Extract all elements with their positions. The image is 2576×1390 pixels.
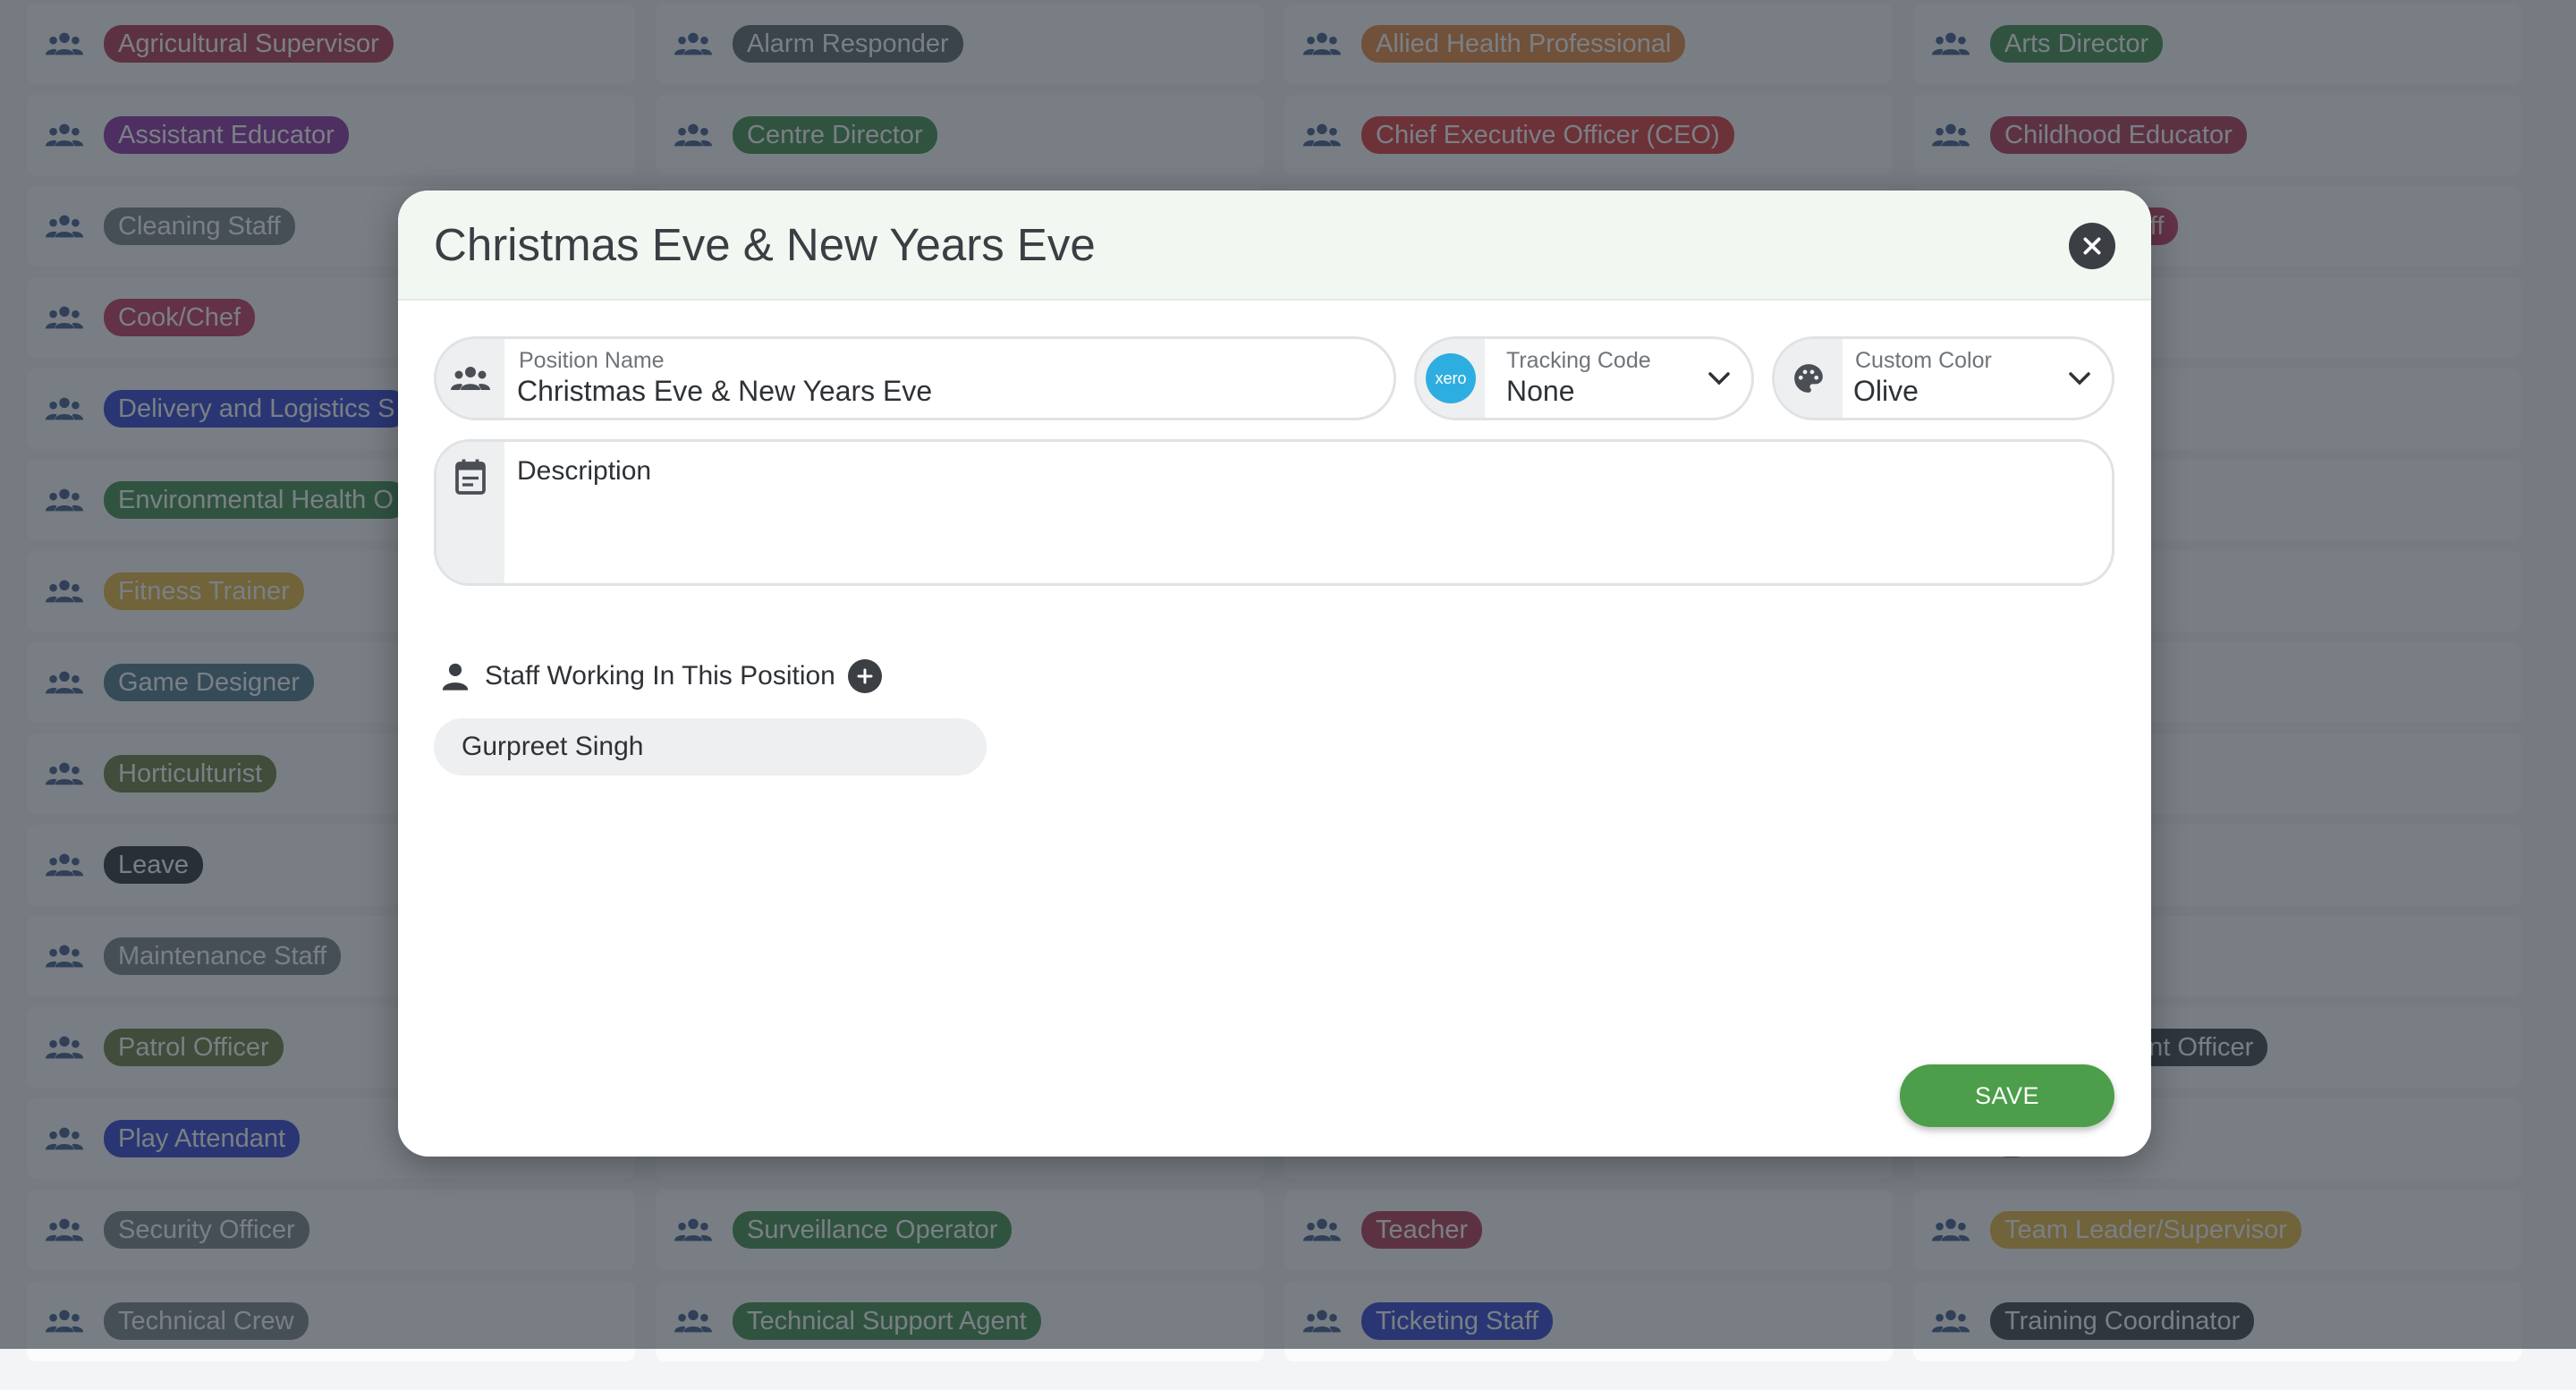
description-field[interactable]: Description [434,439,2114,586]
xero-badge-text: xero [1435,369,1467,387]
tracking-code-label: Tracking Code [1506,348,1651,373]
custom-color-icon-wrap [1775,339,1843,418]
custom-color-value: Olive [1853,375,1919,407]
staff-section-header: Staff Working In This Position [440,659,882,693]
xero-icon: xero [1426,353,1476,403]
add-staff-button[interactable] [847,659,882,693]
modal-title: Christmas Eve & New Years Eve [434,219,1096,270]
position-name-field[interactable]: Position Name Christmas Eve & New Years … [434,336,1396,420]
chevron-down-icon [1708,372,1730,386]
position-name-label: Position Name [519,348,665,373]
description-icon-wrap [436,442,504,583]
position-name-value[interactable]: Christmas Eve & New Years Eve [517,375,932,408]
custom-color-select[interactable]: Custom Color Olive [1772,336,2114,420]
close-icon [2083,237,2101,255]
close-button[interactable] [2069,223,2115,269]
modal-header: Christmas Eve & New Years Eve [398,191,2151,301]
staff-section-title: Staff Working In This Position [485,661,835,691]
tracking-code-value: None [1506,375,1575,407]
chevron-down-icon [2069,372,2090,386]
description-placeholder: Description [517,456,652,486]
position-edit-modal: Christmas Eve & New Years Eve Position N… [398,191,2151,1157]
position-name-icon-wrap [436,339,504,418]
palette-icon [1794,364,1823,393]
group-icon [451,367,490,390]
person-icon [442,663,469,691]
tracking-code-icon-wrap: xero [1417,339,1485,418]
plus-icon [857,668,873,684]
tracking-code-select[interactable]: xero Tracking Code None [1414,336,1754,420]
staff-chip[interactable]: Gurpreet Singh [434,718,987,776]
staff-list: Gurpreet Singh [434,718,987,786]
calendar-note-icon [455,459,486,495]
save-button[interactable]: SAVE [1900,1064,2114,1127]
custom-color-label: Custom Color [1855,348,1992,373]
